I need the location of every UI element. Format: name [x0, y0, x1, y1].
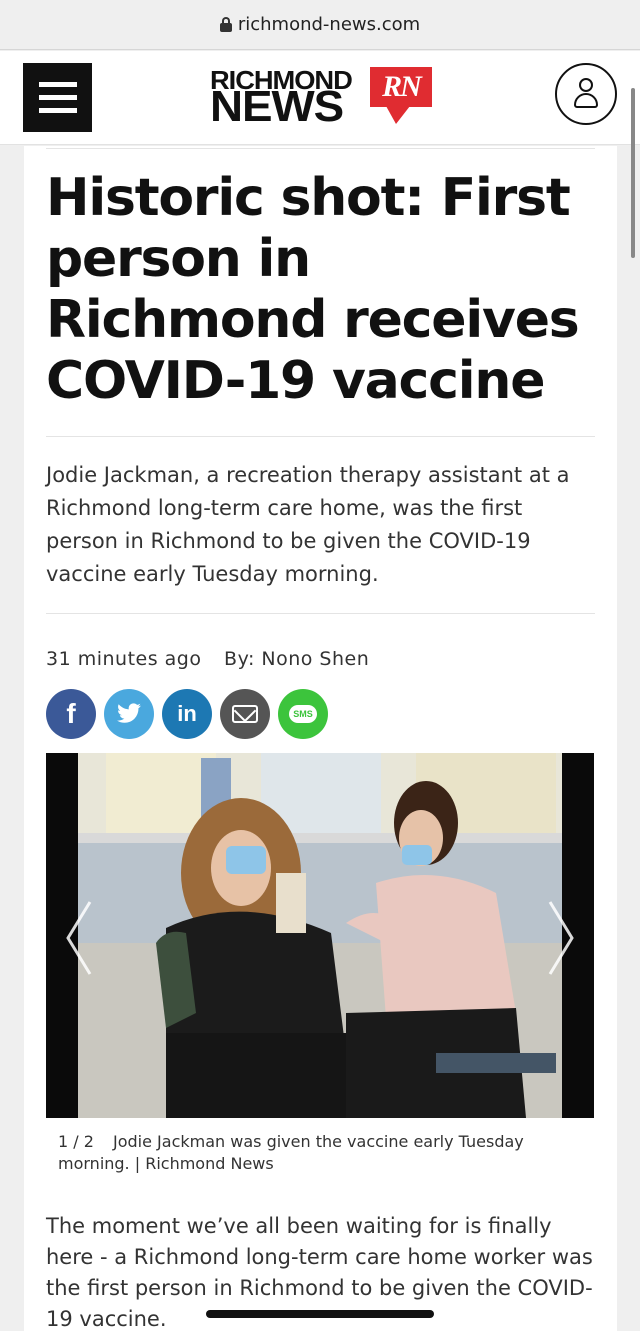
facebook-share-button[interactable]: f	[46, 689, 96, 739]
gallery-prev-button[interactable]	[64, 898, 94, 978]
menu-button[interactable]	[23, 63, 92, 132]
twitter-share-button[interactable]	[104, 689, 154, 739]
email-share-button[interactable]	[220, 689, 270, 739]
share-bar: f in SMS	[46, 689, 328, 739]
twitter-icon	[117, 703, 141, 723]
linkedin-icon: in	[177, 701, 197, 726]
sms-icon: SMS	[289, 705, 317, 723]
linkedin-share-button[interactable]: in	[162, 689, 212, 739]
logo-badge-tail	[386, 106, 410, 124]
site-header: RICHMOND NEWS RN	[0, 51, 640, 145]
gallery-counter: 1 / 2	[58, 1132, 94, 1151]
gallery-next-button[interactable]	[546, 898, 576, 978]
divider	[46, 148, 595, 149]
browser-url-bar[interactable]: richmond-news.com	[0, 0, 640, 50]
photo-caption: 1 / 2 Jodie Jackman was given the vaccin…	[58, 1131, 578, 1175]
article-title: Historic shot: First person in Richmond …	[46, 168, 580, 411]
site-logo[interactable]: RICHMOND NEWS RN	[210, 65, 432, 129]
account-button[interactable]	[555, 63, 617, 125]
lock-icon	[219, 17, 232, 32]
url-text: richmond-news.com	[237, 14, 421, 35]
sms-share-button[interactable]: SMS	[278, 689, 328, 739]
scrollbar[interactable]	[631, 88, 635, 258]
byline[interactable]: By: Nono Shen	[224, 648, 369, 670]
logo-badge: RN	[370, 67, 432, 107]
caption-text: Jodie Jackman was given the vaccine earl…	[58, 1132, 524, 1173]
hamburger-icon	[38, 82, 77, 87]
article-meta: 31 minutes ago By: Nono Shen	[46, 648, 369, 670]
chevron-left-icon	[66, 901, 92, 975]
envelope-icon	[232, 705, 258, 723]
gallery-photo[interactable]	[46, 753, 594, 1118]
home-indicator[interactable]	[206, 1310, 434, 1318]
publish-time: 31 minutes ago	[46, 648, 202, 670]
facebook-icon: f	[66, 698, 76, 729]
article-card: Historic shot: First person in Richmond …	[24, 146, 617, 1331]
article-summary: Jodie Jackman, a recreation therapy assi…	[46, 463, 570, 586]
divider	[46, 436, 595, 437]
vaccination-photo	[46, 753, 594, 1118]
photo-credit: | Richmond News	[134, 1154, 274, 1173]
logo-news: NEWS	[210, 82, 344, 131]
user-icon	[579, 78, 593, 92]
divider	[46, 613, 595, 614]
chevron-right-icon	[548, 901, 574, 975]
